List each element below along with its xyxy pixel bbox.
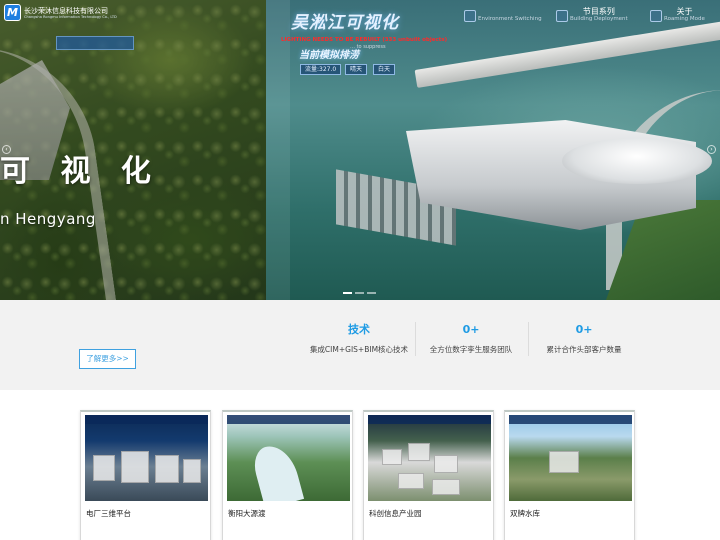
thumbnail-header [227,415,350,424]
dam-graphic [549,451,579,473]
roaming-icon [650,10,662,22]
hero-slide-current[interactable] [266,0,720,300]
next-arrow-icon[interactable]: › [707,145,716,154]
case-card-power-plant[interactable]: 电厂三维平台 [80,410,211,540]
nav-programs-en: Building Deployment [570,16,628,22]
daytime-chip[interactable]: 白天 [373,64,396,75]
case-card-dayuandu[interactable]: 衡阳大源渡 [222,410,353,540]
stat-clients: 0+ 累计合作头部客户数量 [524,322,644,356]
stat-label: 集成CIM+GIS+BIM核心技术 [309,345,409,354]
stat-label: 全方位数字孪生服务团队 [429,345,513,354]
render-warning: LIGHTING NEEDS TO BE REBUILT (333 unbuil… [281,37,448,43]
stat-technology: 技术 集成CIM+GIS+BIM核心技术 [299,322,419,356]
weather-chip[interactable]: 晴天 [345,64,368,75]
hero-left-subtitle: n Hengyang [0,210,96,228]
case-title[interactable]: 衡阳大源渡 [228,508,266,519]
carousel-dot[interactable] [343,292,352,294]
dome-roof-graphic [562,138,712,184]
case-title[interactable]: 科创信息产业园 [369,508,422,519]
stat-value: 0+ [462,323,480,336]
thumbnail-header [368,415,491,424]
carousel-dot[interactable] [355,292,364,294]
logo-icon[interactable]: M [4,4,21,21]
hero-right-title: 吴淞江可视化 [291,13,399,33]
hero-carousel[interactable]: 可 视 化 n Hengyang 吴淞江可视化 LIGHTING NEEDS T… [0,0,720,300]
page: 可 视 化 n Hengyang 吴淞江可视化 LIGHTING NEEDS T… [0,0,720,540]
hero-left-title: 可 视 化 [0,154,161,189]
prev-arrow-icon[interactable]: ‹ [2,145,11,154]
thumbnail-block [121,451,149,483]
hero-slide-previous[interactable]: 可 视 化 n Hengyang [0,0,266,300]
nav-about-label: 关于 [676,7,693,16]
flow-chip[interactable]: 流量:327.0 [300,64,342,75]
thumbnail-block [183,459,201,483]
case-title[interactable]: 电厂三维平台 [86,508,131,519]
carousel-dots[interactable] [343,292,379,294]
case-thumbnail[interactable] [509,415,632,501]
nav-programs-label: 节目系列 [582,7,615,16]
nav-environment[interactable]: Environment Switching [464,7,542,29]
thumbnail-header [509,415,632,424]
stat-team: 0+ 全方位数字孪生服务团队 [411,322,531,356]
thumbnail-block [155,455,179,483]
slide-divider [266,0,290,300]
river-graphic [249,440,305,501]
nav-programs[interactable]: 节目系列 Building Deployment [556,7,628,29]
case-card-tech-park[interactable]: 科创信息产业园 [363,410,494,540]
embankment-graphic [414,20,720,88]
case-title[interactable]: 双牌水库 [510,508,540,519]
thumbnail-block [398,473,424,489]
case-thumbnail[interactable] [368,415,491,501]
thumbnail-block [434,455,458,473]
thumbnail-block [382,449,402,465]
nav-about-en: Roaming Mode [664,16,705,22]
thumbnail-block [432,479,460,495]
environment-icon [464,10,476,22]
building-icon [556,10,568,22]
company-name-en: Changsha Rongmu Information Technology C… [24,15,117,19]
case-card-shuangpai-reservoir[interactable]: 双牌水库 [504,410,635,540]
thumbnail-block [93,455,115,481]
stat-label: 累计合作头部客户数量 [546,345,622,354]
carousel-dot[interactable] [367,292,376,294]
case-thumbnail[interactable] [227,415,350,501]
learn-more-button[interactable]: 了解更多>> [79,349,136,369]
stat-value: 技术 [348,323,370,336]
scene-title: 当前模拟排涝 [299,50,359,61]
thumbnail-block [408,443,430,461]
nav-environment-en: Environment Switching [478,16,542,22]
thumbnail-header [85,415,208,424]
nav-about[interactable]: 关于 Roaming Mode [650,7,705,29]
case-thumbnail[interactable] [85,415,208,501]
stat-value: 0+ [575,323,593,336]
